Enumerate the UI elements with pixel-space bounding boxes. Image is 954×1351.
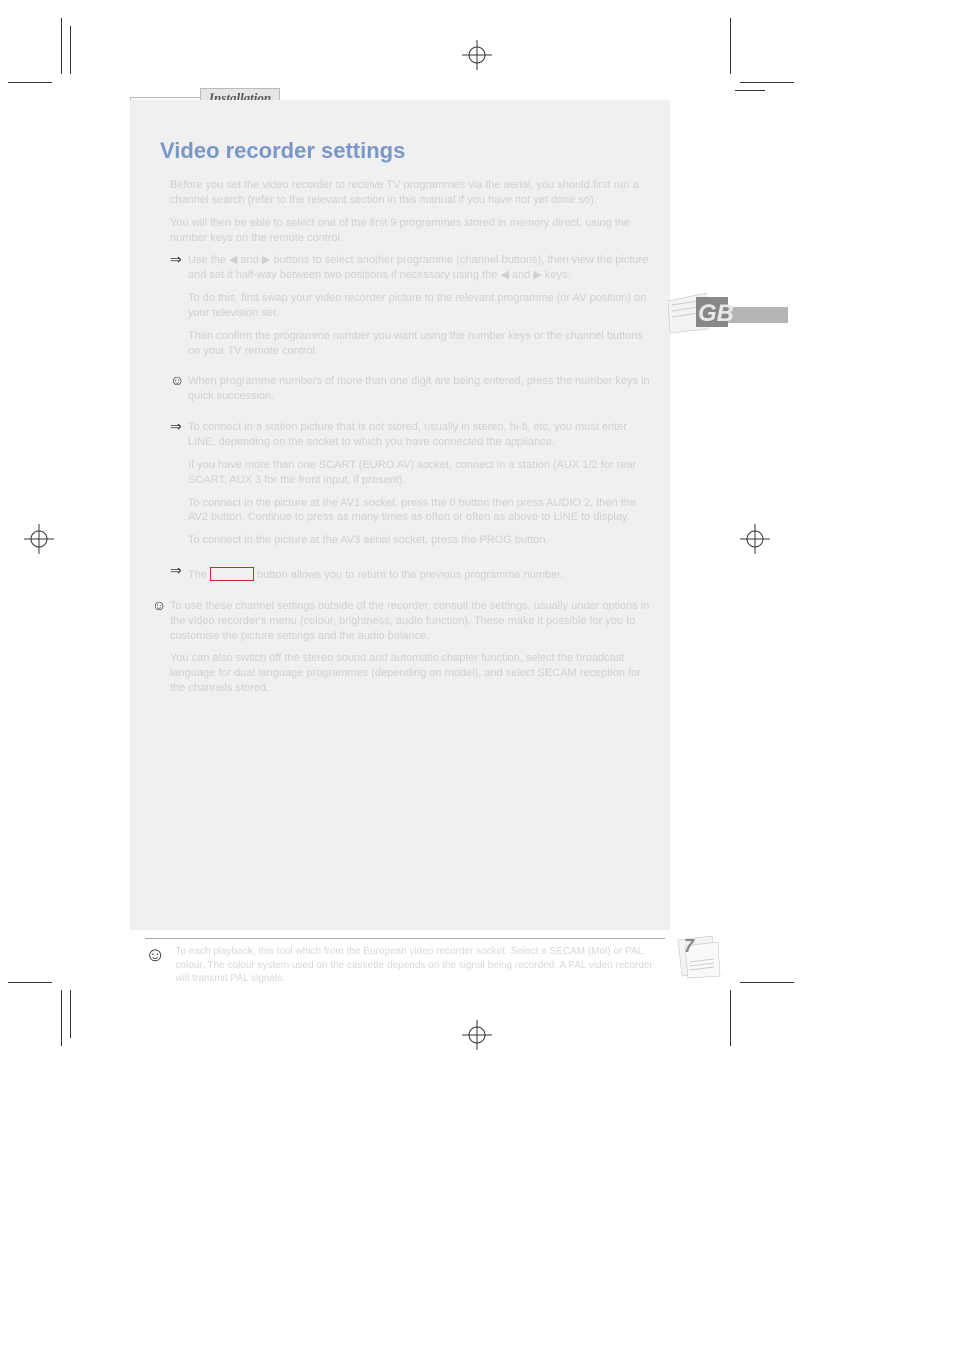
tip-text: When programme numbers of more than one … (188, 374, 650, 404)
arrow-bullet-icon: ⇒ (170, 252, 188, 266)
tip-text: You can also switch off the stereo sound… (170, 651, 650, 696)
instruction-text: Use the ◀ and ▶ buttons to select anothe… (188, 253, 650, 283)
footnote-text: To each playback, this tool which from t… (175, 945, 665, 986)
registration-mark-icon (462, 40, 492, 70)
tip-text: To use these channel settings outside of… (170, 599, 650, 644)
instruction-text: To connect in the picture at the AV3 aer… (188, 533, 650, 548)
smile-bullet-icon: ☺ (145, 945, 165, 986)
arrow-bullet-icon: ⇒ (170, 563, 188, 577)
crop-mark (730, 990, 731, 1046)
svg-text:7: 7 (684, 936, 695, 956)
instruction-text: Then confirm the programme number you wa… (188, 329, 650, 359)
crop-mark (8, 82, 52, 83)
body-text: Before you set the video recorder to rec… (170, 178, 650, 704)
arrow-bullet-icon: ⇒ (170, 419, 188, 433)
instruction-text: To do this, first swap your video record… (188, 291, 650, 321)
instruction-text: To connect in the picture at the AV1 soc… (188, 496, 650, 526)
registration-mark-icon (24, 524, 54, 554)
crop-mark (70, 26, 71, 74)
page-content: Video recorder settings Before you set t… (130, 100, 670, 930)
intro-paragraph: You will then be able to select one of t… (170, 216, 650, 246)
gb-label: GB (698, 300, 734, 327)
remote-button-icon (210, 567, 254, 581)
smile-bullet-icon: ☺ (170, 373, 188, 387)
page-title: Video recorder settings (160, 138, 650, 164)
crop-mark (61, 990, 62, 1046)
crop-mark (61, 18, 62, 74)
registration-mark-icon (462, 1020, 492, 1050)
crop-mark (740, 82, 794, 83)
footnote: ☺ To each playback, this tool which from… (145, 938, 665, 986)
crop-mark (735, 90, 765, 91)
crop-mark (70, 990, 71, 1038)
instruction-text: The button allows you to return to the p… (188, 564, 650, 583)
instruction-text: To connect in a station picture that is … (188, 420, 650, 450)
smile-bullet-icon: ☺ (152, 598, 170, 612)
crop-mark (730, 18, 731, 74)
page-number: 7 (672, 932, 722, 982)
instruction-text: If you have more than one SCART (EURO AV… (188, 458, 650, 488)
crop-mark (8, 982, 52, 983)
crop-mark (740, 982, 794, 983)
language-tab-gb: GB (668, 283, 788, 338)
registration-mark-icon (740, 524, 770, 554)
intro-paragraph: Before you set the video recorder to rec… (170, 178, 650, 208)
